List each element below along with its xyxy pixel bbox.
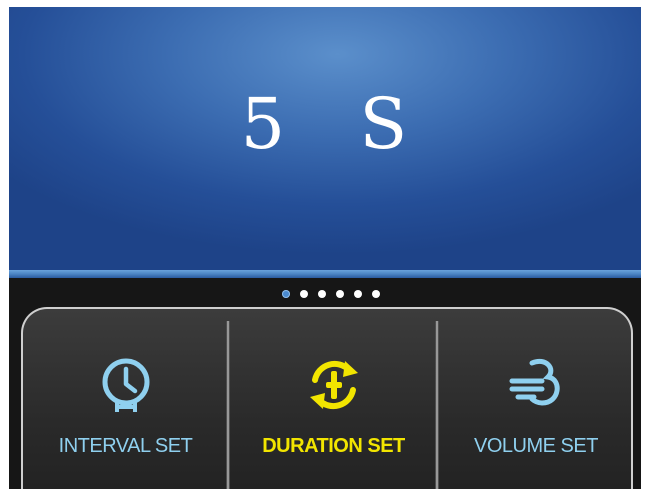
clock-icon <box>102 358 149 412</box>
page-dot-6[interactable] <box>371 290 380 298</box>
refresh-cycle-icon <box>309 360 358 410</box>
page-dot-1[interactable] <box>281 290 290 298</box>
value-number: 5 <box>240 83 288 165</box>
value-display: 5 S <box>9 7 641 270</box>
settings-panel: INTERVAL SET DURATION SET VOLUME SET <box>21 307 633 489</box>
interval-set-label: INTERVAL SET <box>58 435 193 457</box>
duration-set-button[interactable]: DURATION SET <box>230 309 437 489</box>
volume-set-label: VOLUME SET <box>474 435 598 457</box>
wind-icon <box>509 359 560 406</box>
page-dot-4[interactable] <box>335 290 344 298</box>
page-indicator <box>9 290 641 298</box>
page-dot-2[interactable] <box>299 290 308 298</box>
page-dot-3[interactable] <box>317 290 326 298</box>
duration-set-label: DURATION SET <box>262 435 405 457</box>
volume-set-button[interactable]: VOLUME SET <box>439 309 633 489</box>
interval-set-button[interactable]: INTERVAL SET <box>23 309 228 489</box>
device-screen: 5 S INTERVAL SET DURATION SET VOLUME SET <box>9 7 641 489</box>
value-unit: S <box>359 83 410 165</box>
page-dot-5[interactable] <box>353 290 362 298</box>
value-readout: 5 S <box>9 89 641 159</box>
display-divider <box>9 270 641 278</box>
